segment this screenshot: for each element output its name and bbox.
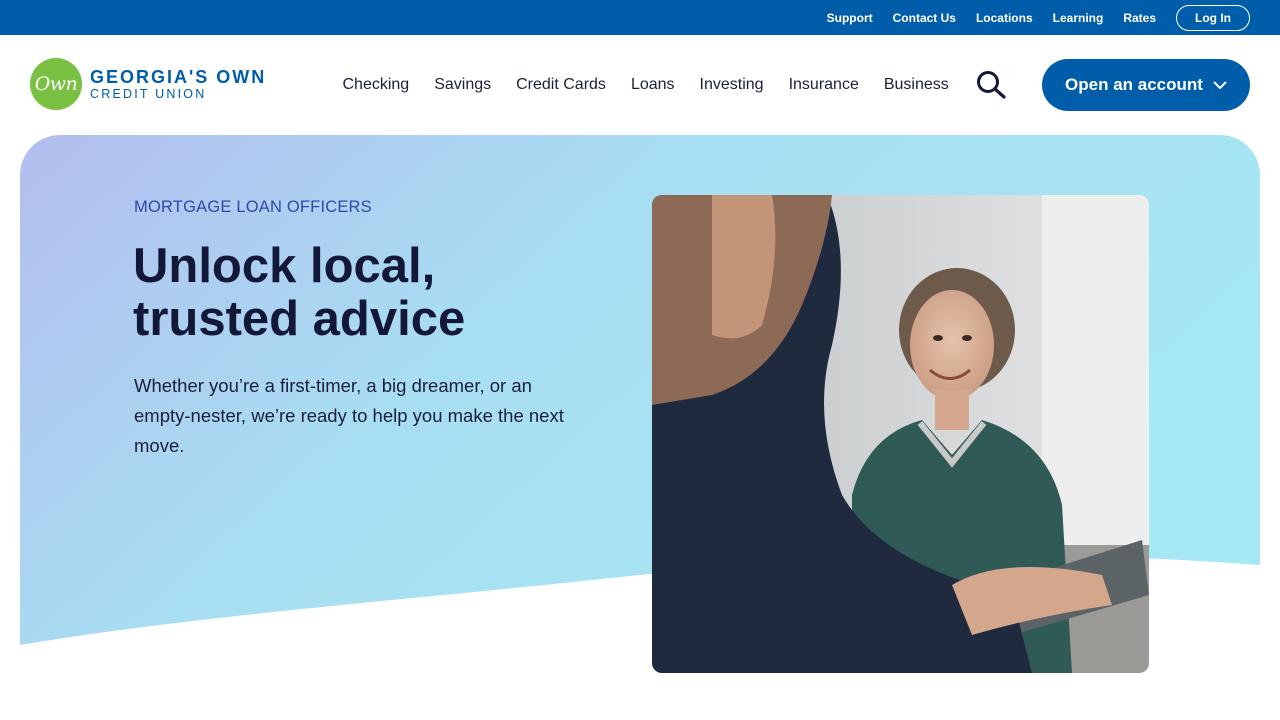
logo-line2: CREDIT UNION — [90, 87, 207, 101]
open-account-label: Open an account — [1065, 75, 1203, 94]
logo-badge-text: Own — [34, 73, 78, 95]
hero-title-line2: trusted advice — [133, 292, 466, 346]
login-button[interactable]: Log In — [1176, 4, 1250, 31]
hero-title-line1: Unlock local, — [133, 239, 436, 293]
nav-item-checking[interactable]: Checking — [343, 76, 410, 94]
logo-line1: GEORGIA'S OWN — [90, 67, 267, 87]
nav-item-savings[interactable]: Savings — [434, 76, 491, 94]
hero-body: Whether you’re a first-timer, a big drea… — [134, 375, 564, 456]
main-header: Own GEORGIA'S OWN CREDIT UNION Checking … — [0, 35, 1280, 135]
primary-nav: Checking Savings Credit Cards Loans Inve… — [330, 35, 961, 135]
nav-item-insurance[interactable]: Insurance — [789, 76, 859, 94]
chevron-down-icon — [1213, 81, 1227, 89]
hero-title: Unlock local, trusted advice — [133, 240, 613, 346]
nav-item-loans[interactable]: Loans — [631, 76, 675, 94]
contact-us-link[interactable]: Contact Us — [893, 11, 956, 25]
support-link[interactable]: Support — [827, 11, 873, 25]
hero-section: MORTGAGE LOAN OFFICERS Unlock local, tru… — [20, 135, 1260, 675]
open-account-button[interactable]: Open an account — [1042, 59, 1250, 111]
hero-eyebrow: MORTGAGE LOAN OFFICERS — [134, 198, 372, 216]
logo-badge: Own — [30, 58, 82, 110]
learning-link[interactable]: Learning — [1053, 11, 1104, 25]
logo-wordmark: GEORGIA'S OWN CREDIT UNION — [90, 67, 266, 101]
nav-item-credit-cards[interactable]: Credit Cards — [516, 76, 606, 94]
hero-photo-illustration — [652, 195, 1149, 673]
locations-link[interactable]: Locations — [976, 11, 1033, 25]
hero-photo — [652, 195, 1149, 673]
search-icon — [977, 71, 1006, 99]
rates-link[interactable]: Rates — [1123, 11, 1156, 25]
nav-item-business[interactable]: Business — [884, 76, 949, 94]
search-button[interactable] — [975, 70, 1009, 100]
nav-item-investing[interactable]: Investing — [700, 76, 764, 94]
logo[interactable]: Own GEORGIA'S OWN CREDIT UNION — [30, 58, 266, 110]
utility-bar: Support Contact Us Locations Learning Ra… — [0, 0, 1280, 35]
